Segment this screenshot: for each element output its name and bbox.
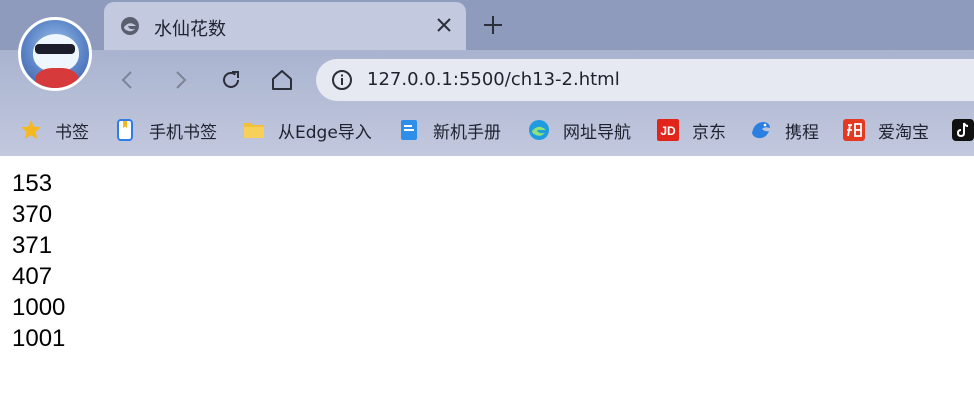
bookmarks-bar: 书签 手机书签 从Edge导入 新机手册 网址导航 JD 京东 携程 爱淘宝 [0,110,974,150]
svg-text:JD: JD [660,124,676,138]
output-line: 1000 [12,294,66,321]
bookmark-import-edge[interactable]: 从Edge导入 [243,117,372,143]
browser-chrome: 水仙花数 127.0.0.1:5500/ch13-2.html 书签 手机书签 … [0,0,974,156]
bookmark-bookmarks[interactable]: 书签 [20,117,89,143]
bookmark-jd[interactable]: JD 京东 [657,117,726,143]
avatar-body [35,68,79,88]
bookmark-label: 京东 [692,122,726,143]
bookmark-label: 爱淘宝 [878,122,929,143]
output-line: 1001 [12,325,66,352]
output-line: 407 [12,263,53,290]
phone-bookmark-icon [114,119,136,141]
bookmark-label: 书签 [55,122,89,143]
bookmark-label: 从Edge导入 [278,122,372,143]
document-icon [398,119,420,141]
folder-icon [243,119,265,141]
edge-logo-icon [120,16,140,36]
avatar-glasses [35,44,75,54]
tab-title: 水仙花数 [154,19,226,40]
output-line: 371 [12,232,53,259]
bookmark-ctrip[interactable]: 携程 [750,117,819,143]
active-tab[interactable]: 水仙花数 [104,2,466,50]
bookmark-label: 携程 [785,122,819,143]
bookmark-tiktok[interactable] [952,117,974,143]
home-icon[interactable] [268,66,296,94]
back-icon[interactable] [114,66,142,94]
info-icon[interactable] [331,69,353,91]
bookmark-ai-taobao[interactable]: 爱淘宝 [843,117,929,143]
jd-icon: JD [657,119,679,141]
output-line: 153 [12,170,53,197]
taobao-icon [843,119,865,141]
new-tab-icon[interactable] [480,12,506,38]
profile-avatar[interactable] [18,17,92,91]
page-content: 153 370 371 407 1000 1001 [12,168,65,354]
url-text: 127.0.0.1:5500/ch13-2.html [367,69,620,90]
tiktok-icon [952,119,974,141]
forward-icon[interactable] [166,66,194,94]
bookmark-mobile[interactable]: 手机书签 [114,117,217,143]
address-bar[interactable]: 127.0.0.1:5500/ch13-2.html [316,59,974,101]
bookmark-label: 手机书签 [149,122,217,143]
bookmark-label: 网址导航 [563,122,631,143]
bookmark-label: 新机手册 [433,122,501,143]
output-line: 370 [12,201,53,228]
edge-icon [528,119,550,141]
bookmark-web-directory[interactable]: 网址导航 [528,117,631,143]
ctrip-dolphin-icon [750,119,772,141]
reload-icon[interactable] [217,66,245,94]
close-tab-icon[interactable] [434,15,454,35]
bookmark-new-device-guide[interactable]: 新机手册 [398,117,501,143]
star-icon [20,119,42,141]
